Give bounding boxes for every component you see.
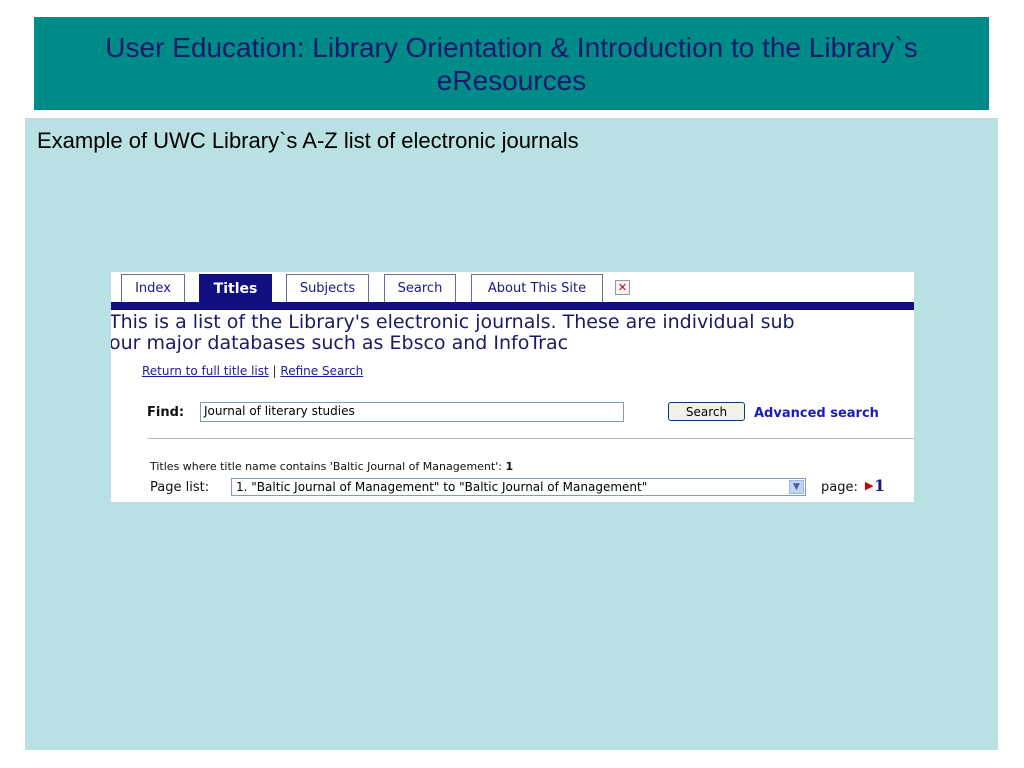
tab-titles[interactable]: Titles [199, 274, 272, 302]
page-list-label: Page list: [150, 480, 210, 495]
return-to-full-list-link[interactable]: Return to full title list [142, 364, 269, 378]
link-separator: | [272, 364, 277, 378]
slide-content: Example of UWC Library`s A-Z list of ele… [25, 118, 998, 750]
find-input[interactable]: Journal of literary studies [200, 402, 624, 422]
page-list-select[interactable]: 1. "Baltic Journal of Management" to "Ba… [231, 478, 806, 496]
refine-search-link[interactable]: Refine Search [280, 364, 363, 378]
page-number[interactable]: 1 [874, 476, 885, 495]
tab-about-this-site[interactable]: About This Site [471, 274, 603, 302]
intro-text: This is a list of the Library's electron… [111, 312, 914, 354]
find-label: Find: [147, 405, 185, 420]
slide-title-bar: User Education: Library Orientation & In… [34, 17, 989, 110]
intro-line-2: our major databases such as Ebsco and In… [111, 332, 569, 354]
tab-subjects[interactable]: Subjects [286, 274, 369, 302]
results-summary: Titles where title name contains 'Baltic… [150, 460, 513, 473]
results-text: Titles where title name contains 'Baltic… [150, 460, 502, 473]
library-screenshot: Index Titles Subjects Search About This … [111, 272, 914, 502]
divider [147, 438, 914, 439]
search-button[interactable]: Search [668, 402, 745, 421]
chevron-down-icon[interactable]: ▼ [789, 480, 804, 494]
nav-links: Return to full title list | Refine Searc… [142, 364, 363, 378]
intro-line-1: This is a list of the Library's electron… [111, 311, 795, 333]
slide-title: User Education: Library Orientation & In… [105, 31, 918, 96]
results-count: 1 [505, 460, 514, 473]
nav-divider [111, 302, 914, 310]
slide-subtitle: Example of UWC Library`s A-Z list of ele… [37, 128, 579, 153]
tab-index[interactable]: Index [121, 274, 185, 302]
advanced-search-link[interactable]: Advanced search [754, 406, 879, 421]
tab-search[interactable]: Search [384, 274, 456, 302]
arrow-right-icon: ▶ [865, 479, 874, 492]
page-label: page: [821, 480, 858, 495]
page-list-value: 1. "Baltic Journal of Management" to "Ba… [236, 480, 648, 494]
close-icon[interactable]: ✕ [615, 280, 630, 295]
tab-bar: Index Titles Subjects Search About This … [111, 272, 914, 302]
